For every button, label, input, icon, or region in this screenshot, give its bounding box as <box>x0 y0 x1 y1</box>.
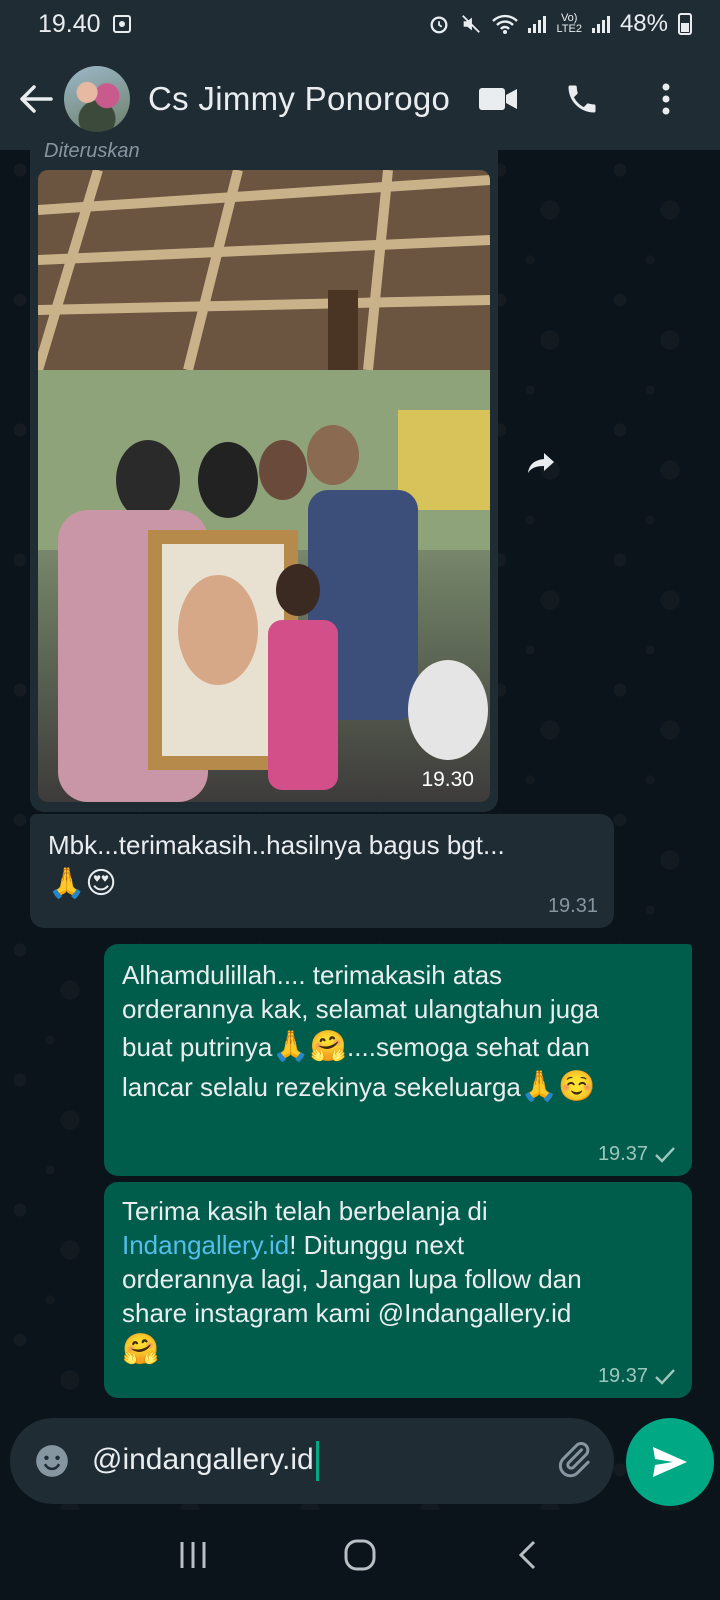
outgoing-message[interactable]: Terima kasih telah berbelanja di Indanga… <box>104 1182 692 1398</box>
message-input[interactable]: @indangallery.id <box>92 1441 319 1481</box>
message-line: buat putrinya🙏🤗....semoga sehat dan <box>122 1030 682 1064</box>
avatar[interactable] <box>64 66 130 132</box>
emoji-icon <box>36 1445 68 1477</box>
battery-percent: 48% <box>619 10 668 37</box>
message-meta: 19.37 <box>598 1143 676 1166</box>
message-text: Mbk...terimakasih..hasilnya bagus bgt... <box>48 830 505 860</box>
contact-name[interactable]: Cs Jimmy Ponorogo <box>148 80 450 118</box>
outgoing-message[interactable]: Alhamdulillah.... terimakasih atas order… <box>104 944 692 1176</box>
message-input-value: @indangallery.id <box>92 1442 314 1476</box>
wifi-icon <box>492 14 519 34</box>
message-meta: 19.37 <box>598 1365 676 1388</box>
message-time: 19.37 <box>597 1143 648 1165</box>
status-icons: Vo) LTE2 <box>428 12 610 35</box>
status-right: Vo) LTE2 48% <box>428 10 692 38</box>
status-bar: 19.40 Vo) LTE2 48% <box>0 0 720 48</box>
image-message[interactable]: Diteruskan 19.30 <box>30 132 498 812</box>
attach-icon <box>558 1441 590 1477</box>
lte-label: Vo) LTE2 <box>556 12 582 35</box>
emoji-button[interactable] <box>30 1439 74 1483</box>
message-fragment: ....semoga sehat dan <box>347 1032 590 1062</box>
header-actions <box>478 79 686 119</box>
message-fragment: lancar selalu rezekinya sekeluarga <box>122 1072 521 1102</box>
send-icon <box>653 1447 687 1477</box>
forward-button[interactable] <box>518 440 564 486</box>
message-fragment: buat putrinya <box>122 1032 273 1062</box>
message-line: orderannya kak, selamat ulangtahun juga <box>122 994 599 1024</box>
home-icon <box>344 1539 376 1571</box>
mute-icon <box>462 15 481 33</box>
more-vert-icon <box>662 83 670 115</box>
nav-back-icon <box>518 1540 535 1570</box>
message-line: share instagram kami @Indangallery.id <box>122 1298 572 1328</box>
back-button[interactable] <box>8 69 64 129</box>
video-call-button[interactable] <box>478 79 518 119</box>
message-emoji: 🙏🤗 <box>272 1029 348 1064</box>
signal-1-icon <box>528 15 547 33</box>
back-arrow-icon <box>20 85 53 113</box>
message-time: 19.37 <box>597 1365 648 1387</box>
message-line: lancar selalu rezekinya sekeluarga🙏☺️ <box>122 1070 682 1104</box>
photo-illustration <box>38 170 490 802</box>
system-nav-bar <box>0 1510 720 1600</box>
message-emoji: 🙏☺️ <box>520 1069 596 1104</box>
nav-back-button[interactable] <box>497 1525 557 1585</box>
home-button[interactable] <box>330 1525 390 1585</box>
phone-icon <box>568 85 596 113</box>
message-time: 19.30 <box>421 768 474 791</box>
forward-icon <box>528 453 554 473</box>
store-link[interactable]: Indangallery.id <box>122 1230 289 1260</box>
message-emoji: 🙏😍 <box>48 866 117 901</box>
attach-button[interactable] <box>554 1439 594 1484</box>
message-line: Indangallery.id! Ditunggu next <box>122 1228 682 1262</box>
message-fragment: ! Ditunggu next <box>289 1230 465 1260</box>
text-caret <box>315 1441 319 1481</box>
message-emoji: 🤗 <box>122 1332 160 1367</box>
message-line: orderannya lagi, Jangan lupa follow dan <box>122 1264 582 1294</box>
alarm-icon <box>430 16 448 34</box>
more-options-button[interactable] <box>646 79 686 119</box>
voice-call-button[interactable] <box>562 79 602 119</box>
message-line: Terima kasih telah berbelanja di <box>122 1196 488 1226</box>
forwarded-label: Diteruskan <box>44 140 140 162</box>
message-composer[interactable]: @indangallery.id <box>10 1418 614 1504</box>
recents-icon <box>180 1542 206 1568</box>
battery-icon <box>678 13 692 35</box>
check-icon <box>655 1146 675 1163</box>
check-icon <box>655 1368 675 1385</box>
recents-button[interactable] <box>163 1525 223 1585</box>
message-line: Alhamdulillah.... terimakasih atas <box>122 960 503 990</box>
signal-2-icon <box>591 15 610 33</box>
video-call-icon <box>479 88 517 110</box>
notification-icon <box>112 15 131 33</box>
send-button[interactable] <box>626 1418 714 1506</box>
message-photo[interactable]: 19.30 <box>38 170 490 802</box>
incoming-message[interactable]: Mbk...terimakasih..hasilnya bagus bgt...… <box>30 814 614 928</box>
message-time: 19.31 <box>547 895 598 917</box>
status-time: 19.40 <box>38 9 101 38</box>
